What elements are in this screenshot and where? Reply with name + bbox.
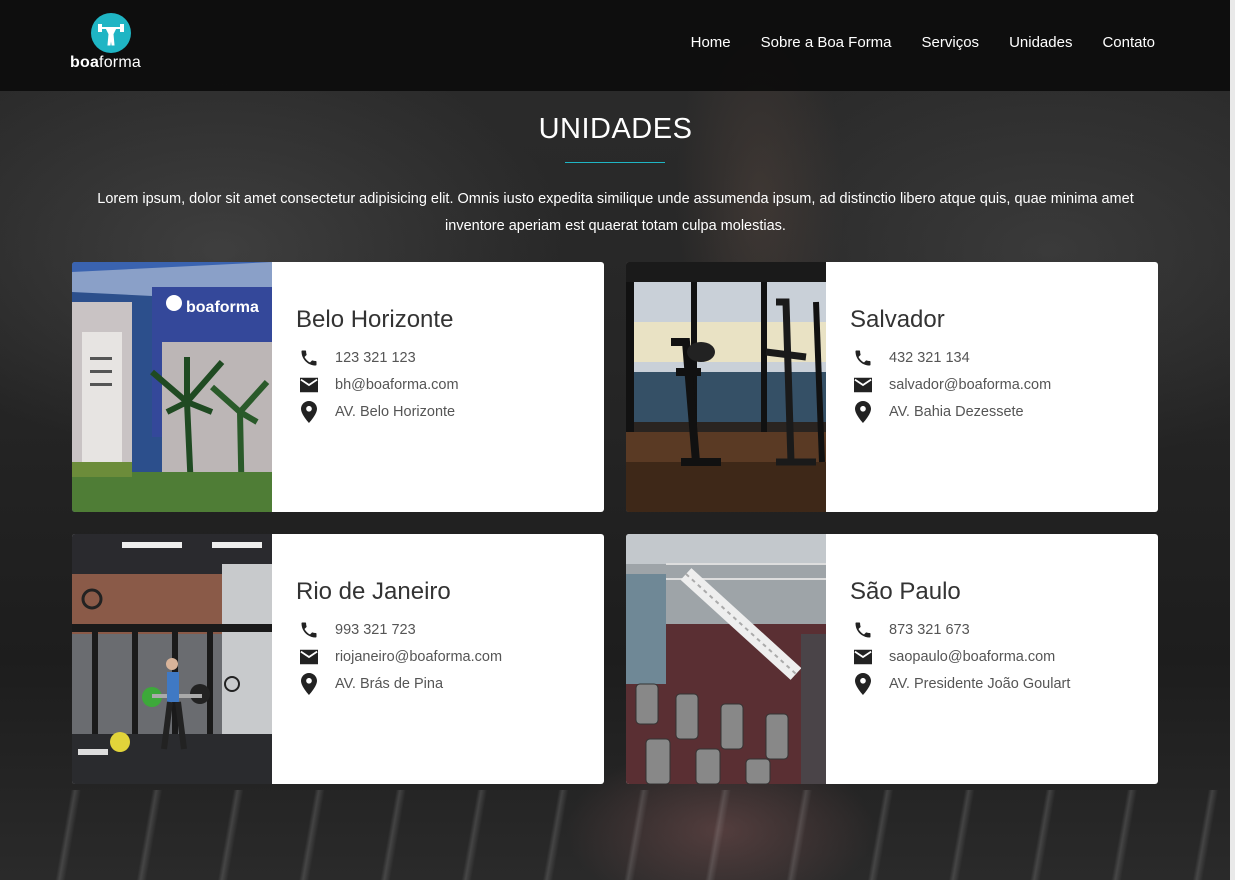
unit-card-salvador: Salvador 432 321 134 salvador@boaforma.c…	[626, 262, 1158, 512]
unit-city: São Paulo	[850, 578, 961, 605]
unit-address: AV. Presidente João Goulart	[889, 675, 1071, 692]
unit-email[interactable]: saopaulo@boaforma.com	[889, 649, 1055, 665]
unit-phone-row: 993 321 723	[296, 616, 502, 643]
logo-wordmark: boaforma	[70, 54, 141, 71]
unit-address-row: AV. Bahia Dezessete	[850, 398, 1051, 425]
nav-servicos[interactable]: Serviços	[922, 34, 980, 51]
email-icon	[296, 646, 322, 668]
unit-card-rio-de-janeiro: Rio de Janeiro 993 321 723 riojaneiro@bo…	[72, 534, 604, 784]
unit-address-row: AV. Belo Horizonte	[296, 398, 459, 425]
unit-phone[interactable]: 873 321 673	[889, 622, 970, 638]
location-pin-icon	[850, 672, 876, 695]
unit-phone[interactable]: 993 321 723	[335, 622, 416, 638]
unit-email-row: saopaulo@boaforma.com	[850, 643, 1070, 670]
nav-home[interactable]: Home	[691, 34, 731, 51]
unit-phone-row: 123 321 123	[296, 344, 459, 371]
weightlifter-icon	[91, 13, 131, 53]
unit-info: Salvador 432 321 134 salvador@boaforma.c…	[850, 306, 1051, 425]
background-floor	[0, 790, 1235, 880]
unit-card-belo-horizonte: boaforma Belo Horizonte 123 321 123 bh@b…	[72, 262, 604, 512]
unit-email[interactable]: bh@boaforma.com	[335, 377, 459, 393]
unit-address-row: AV. Brás de Pina	[296, 670, 502, 697]
unit-info: Rio de Janeiro 993 321 723 riojaneiro@bo…	[296, 578, 502, 697]
location-pin-icon	[296, 400, 322, 423]
unit-photo-sign: boaforma	[186, 299, 259, 316]
section-intro: Lorem ipsum, dolor sit amet consectetur …	[97, 191, 1134, 234]
unit-email-row: bh@boaforma.com	[296, 371, 459, 398]
scrollbar[interactable]	[1230, 0, 1235, 880]
site-header: boaforma Home Sobre a Boa Forma Serviços…	[0, 0, 1235, 91]
email-icon	[850, 646, 876, 668]
unit-info: Belo Horizonte 123 321 123 bh@boaforma.c…	[296, 306, 459, 425]
email-icon	[850, 374, 876, 396]
section-title: UNIDADES	[538, 113, 693, 145]
unit-city: Belo Horizonte	[296, 306, 454, 333]
unit-phone-row: 873 321 673	[850, 616, 1070, 643]
unit-address: AV. Bahia Dezessete	[889, 403, 1024, 420]
unit-email-row: salvador@boaforma.com	[850, 371, 1051, 398]
unit-address-row: AV. Presidente João Goulart	[850, 670, 1070, 697]
unit-photo-rio-de-janeiro	[72, 534, 272, 784]
unit-phone[interactable]: 123 321 123	[335, 350, 416, 366]
main-nav: Home Sobre a Boa Forma Serviços Unidades…	[691, 34, 1155, 51]
unit-address: AV. Belo Horizonte	[335, 403, 456, 420]
logo[interactable]: boaforma	[70, 12, 154, 74]
title-underline	[565, 162, 665, 163]
unit-email[interactable]: salvador@boaforma.com	[889, 377, 1051, 393]
unit-info: São Paulo 873 321 673 saopaulo@boaforma.…	[850, 578, 1070, 697]
unit-email-row: riojaneiro@boaforma.com	[296, 643, 502, 670]
nav-sobre[interactable]: Sobre a Boa Forma	[761, 34, 892, 51]
unit-email[interactable]: riojaneiro@boaforma.com	[335, 649, 502, 665]
unit-photo-belo-horizonte: boaforma	[72, 262, 272, 512]
unit-city: Salvador	[850, 306, 945, 333]
unit-photo-sao-paulo	[626, 534, 826, 784]
unit-address: AV. Brás de Pina	[335, 675, 444, 692]
phone-icon	[296, 347, 322, 369]
unit-photo-salvador	[626, 262, 826, 512]
unit-card-sao-paulo: São Paulo 873 321 673 saopaulo@boaforma.…	[626, 534, 1158, 784]
phone-icon	[296, 619, 322, 641]
unit-phone-row: 432 321 134	[850, 344, 1051, 371]
location-pin-icon	[850, 400, 876, 423]
phone-icon	[850, 347, 876, 369]
email-icon	[296, 374, 322, 396]
phone-icon	[850, 619, 876, 641]
unit-phone[interactable]: 432 321 134	[889, 350, 970, 366]
nav-unidades[interactable]: Unidades	[1009, 34, 1072, 51]
location-pin-icon	[296, 672, 322, 695]
unit-city: Rio de Janeiro	[296, 578, 451, 605]
nav-contato[interactable]: Contato	[1102, 34, 1155, 51]
